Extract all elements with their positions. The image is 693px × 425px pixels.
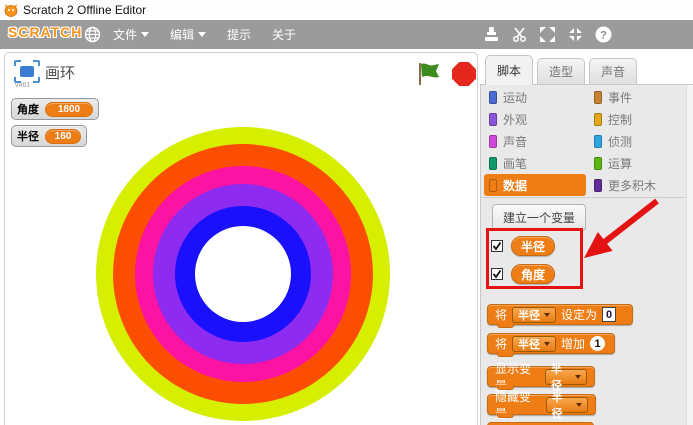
- variable-watcher-angle[interactable]: 角度 1800: [11, 98, 99, 120]
- category-color-swatch: [489, 135, 497, 148]
- category-control[interactable]: 控制: [594, 111, 632, 128]
- cursor-toolbar: ?: [483, 20, 612, 49]
- variable-row-radius: 半径: [491, 236, 555, 256]
- menu-edit[interactable]: 编辑: [170, 26, 206, 43]
- delete-scissors-icon[interactable]: [511, 26, 528, 43]
- category-sound[interactable]: 声音: [489, 133, 527, 150]
- variable-dropdown[interactable]: 半径: [512, 336, 556, 352]
- dropdown-arrow-icon: [575, 375, 581, 379]
- dropdown-arrow-icon: [576, 403, 582, 407]
- watcher-value: 160: [45, 129, 81, 144]
- stage-panel: v461 画环 角度 1800 半径 160: [4, 52, 478, 425]
- block-show-variable[interactable]: 显示变量 半径: [487, 366, 595, 387]
- value-input[interactable]: 1: [590, 336, 605, 351]
- category-color-swatch: [594, 113, 602, 126]
- block-change-variable[interactable]: 将 半径 增加 1: [487, 333, 615, 354]
- category-sensing[interactable]: 侦测: [594, 133, 632, 150]
- checkmark-icon: [492, 241, 502, 251]
- variable-row-angle: 角度: [491, 264, 555, 284]
- category-color-swatch: [594, 157, 602, 170]
- category-more-blocks[interactable]: 更多积木: [594, 177, 656, 194]
- category-data-selected[interactable]: 数据: [484, 174, 586, 196]
- menu-bar: SCRATCH 文件 编辑 提示 关于: [0, 20, 693, 49]
- green-flag-icon[interactable]: [417, 62, 443, 86]
- category-color-swatch: [594, 179, 602, 192]
- sprite-name: 画环: [45, 62, 75, 83]
- checkmark-icon: [492, 269, 502, 279]
- scratch-window: Scratch 2 Offline Editor SCRATCH 文件 编辑 提…: [0, 0, 693, 425]
- block-set-variable[interactable]: 将 半径 设定为 0: [487, 304, 633, 325]
- watcher-label: 半径: [17, 128, 39, 144]
- category-color-swatch: [489, 91, 497, 104]
- category-motion[interactable]: 运动: [489, 89, 527, 106]
- palette-scrollbar[interactable]: [686, 85, 693, 425]
- category-operators[interactable]: 运算: [594, 155, 632, 172]
- duplicate-stamp-icon[interactable]: [483, 26, 500, 43]
- chevron-down-icon: [141, 32, 149, 37]
- block-text: 将: [495, 335, 507, 352]
- category-color-swatch: [594, 91, 602, 104]
- category-pen[interactable]: 画笔: [489, 155, 527, 172]
- app-cat-icon: [4, 3, 18, 17]
- variable-dropdown[interactable]: 半径: [545, 369, 587, 385]
- title-bar: Scratch 2 Offline Editor: [0, 0, 693, 20]
- make-variable-button[interactable]: 建立一个变量: [492, 204, 586, 231]
- variable-dropdown[interactable]: 半径: [512, 307, 556, 323]
- palette-divider: [481, 197, 693, 198]
- block-hide-variable[interactable]: 隐藏变量 半径: [487, 394, 596, 415]
- menu-items: 文件 编辑 提示 关于: [113, 20, 296, 49]
- scratch-logo: SCRATCH: [8, 24, 82, 40]
- help-icon[interactable]: ?: [595, 26, 612, 43]
- tab-sounds[interactable]: 声音: [589, 58, 637, 84]
- variable-block-radius[interactable]: 半径: [511, 236, 555, 256]
- stage-view-icon[interactable]: [14, 60, 40, 83]
- language-globe-icon[interactable]: [84, 26, 101, 43]
- ring: [195, 226, 291, 322]
- category-looks[interactable]: 外观: [489, 111, 527, 128]
- category-color-swatch: [489, 179, 497, 192]
- variable-dropdown[interactable]: 半径: [546, 397, 588, 413]
- version-label: v461: [15, 82, 30, 89]
- category-events[interactable]: 事件: [594, 89, 632, 106]
- shrink-icon[interactable]: [567, 26, 584, 43]
- block-text: 隐藏变量: [495, 388, 541, 422]
- dropdown-arrow-icon: [544, 313, 550, 317]
- grow-icon[interactable]: [539, 26, 556, 43]
- svg-text:?: ?: [600, 30, 607, 42]
- checkbox-angle-checked[interactable]: [491, 268, 503, 280]
- dropdown-arrow-icon: [544, 342, 550, 346]
- watcher-label: 角度: [17, 101, 39, 117]
- variable-watcher-radius[interactable]: 半径 160: [11, 125, 87, 147]
- menu-tips[interactable]: 提示: [227, 26, 251, 43]
- variable-block-angle[interactable]: 角度: [511, 264, 555, 284]
- menu-about[interactable]: 关于: [272, 26, 296, 43]
- category-color-swatch: [489, 157, 497, 170]
- category-color-swatch: [489, 113, 497, 126]
- watcher-value: 1800: [45, 102, 93, 117]
- chevron-down-icon: [198, 32, 206, 37]
- block-text: 将: [495, 306, 507, 323]
- menu-file[interactable]: 文件: [113, 26, 149, 43]
- block-text: 增加: [561, 335, 585, 352]
- tab-costumes[interactable]: 造型: [537, 58, 585, 84]
- block-text: 设定为: [561, 306, 597, 323]
- block-palette: 运动 事件 外观 控制 声音 侦测 画笔 运算 数据 更多积木 建立一个变量 半…: [480, 84, 693, 425]
- value-input[interactable]: 0: [602, 307, 616, 322]
- window-title: Scratch 2 Offline Editor: [23, 3, 146, 17]
- editor-tabs: 脚本 造型 声音: [480, 53, 693, 84]
- category-color-swatch: [594, 135, 602, 148]
- tab-scripts[interactable]: 脚本: [485, 55, 533, 85]
- checkbox-radius-checked[interactable]: [491, 240, 503, 252]
- stop-sign-icon[interactable]: [452, 62, 476, 86]
